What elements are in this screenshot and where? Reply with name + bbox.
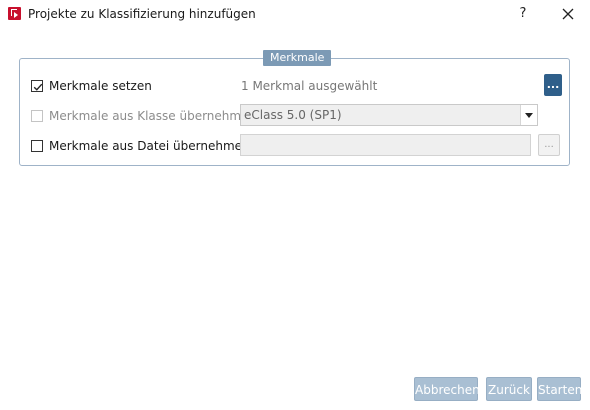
merkmale-setzen-label[interactable]: Merkmale setzen	[49, 79, 152, 93]
class-select[interactable]: eClass 5.0 (SP1)	[240, 104, 538, 126]
selected-features-text: 1 Merkmal ausgewählt	[241, 79, 378, 93]
merkmale-setzen-checkbox[interactable]	[31, 80, 43, 92]
group-legend: Merkmale	[263, 50, 332, 66]
cancel-button[interactable]: Abbrechen	[414, 377, 480, 401]
chevron-down-icon[interactable]	[520, 105, 537, 125]
start-button[interactable]: Starten	[537, 377, 582, 401]
merkmale-klasse-checkbox[interactable]	[31, 110, 43, 122]
app-logo-icon	[8, 7, 21, 20]
edit-features-button[interactable]: ...	[544, 74, 562, 96]
merkmale-klasse-label: Merkmale aus Klasse übernehmen	[49, 109, 257, 123]
checkmark-icon	[33, 83, 43, 91]
file-path-field[interactable]	[240, 134, 531, 156]
browse-file-button[interactable]: ...	[538, 134, 560, 156]
merkmale-datei-label[interactable]: Merkmale aus Datei übernehmen	[49, 139, 250, 153]
class-select-value: eClass 5.0 (SP1)	[244, 108, 342, 122]
close-button[interactable]	[556, 4, 580, 24]
help-button[interactable]: ?	[512, 4, 534, 24]
close-icon	[562, 8, 574, 20]
title-bar: Projekte zu Klassifizierung hinzufügen ?	[0, 0, 590, 28]
back-button[interactable]: Zurück	[486, 377, 532, 401]
window-title: Projekte zu Klassifizierung hinzufügen	[28, 7, 256, 21]
merkmale-datei-checkbox[interactable]	[31, 140, 43, 152]
